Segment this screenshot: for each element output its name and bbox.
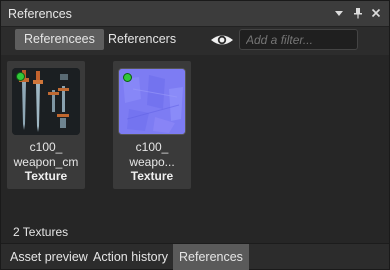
asset-type: Texture [24, 169, 68, 183]
tab-referencers[interactable]: Referencers [99, 29, 185, 50]
filter-input[interactable] [239, 29, 358, 50]
bottom-tab-bar: Asset preview Action history References [1, 243, 389, 270]
references-panel: References Referencees Referencers Add a… [0, 0, 390, 270]
asset-name: c100_ weapon_cm [13, 140, 79, 169]
weapon-texture-thumbnail [12, 68, 80, 135]
references-toolbar: Referencees Referencers [1, 28, 389, 54]
close-icon[interactable] [368, 5, 384, 21]
asset-count: 2 Textures [13, 225, 69, 239]
asset-card[interactable]: c100_ weapo... Texture [113, 61, 191, 189]
asset-card[interactable]: c100_ weapon_cm Texture [7, 61, 85, 189]
asset-type: Texture [130, 169, 174, 183]
tab-action-history[interactable]: Action history [87, 244, 174, 270]
eye-icon[interactable] [210, 31, 234, 49]
pin-icon[interactable] [350, 5, 366, 21]
tab-referencees[interactable]: Referencees [15, 29, 104, 50]
asset-name: c100_ weapo... [129, 140, 175, 169]
status-indicator [16, 72, 25, 81]
panel-title: References [8, 7, 72, 21]
tab-references[interactable]: References [173, 244, 249, 270]
tab-asset-preview[interactable]: Asset preview [4, 244, 94, 270]
asset-grid: c100_ weapon_cm Texture c100_ weapo... T… [1, 55, 389, 243]
status-indicator [123, 73, 132, 82]
panel-titlebar: References [1, 1, 389, 27]
dropdown-arrow-icon[interactable] [331, 5, 347, 21]
normal-map-thumbnail [118, 68, 186, 135]
